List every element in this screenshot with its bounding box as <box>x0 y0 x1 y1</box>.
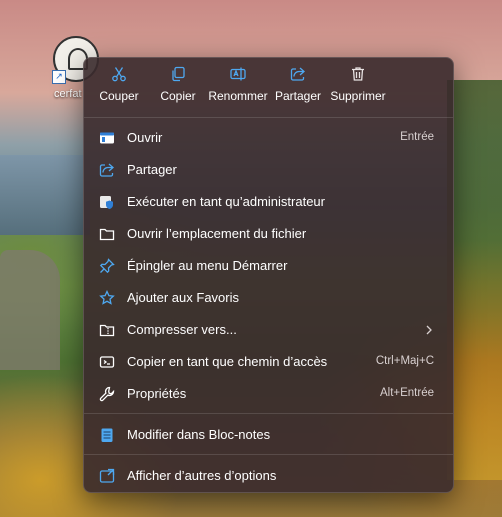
cut-icon <box>112 67 126 82</box>
menu-item-label: Partager <box>127 162 177 177</box>
menu-item-label: Ouvrir <box>127 130 163 145</box>
menu-item-label: Afficher d’autres d’options <box>127 468 277 483</box>
cut-button[interactable]: Couper <box>86 66 152 105</box>
menu-item-edit-in-notepad[interactable]: Modifier dans Bloc-notes <box>88 420 449 450</box>
quick-actions-bar: Couper Copier Renommer Partager Supprime… <box>84 58 453 117</box>
more-options-icon <box>99 468 115 483</box>
menu-item-pin-to-start[interactable]: Épingler au menu Démarrer <box>88 251 449 281</box>
copy-label: Copier <box>160 89 196 103</box>
separator <box>84 454 453 455</box>
separator <box>84 117 453 118</box>
copy-icon <box>172 66 185 82</box>
chevron-right-icon <box>426 325 432 335</box>
menu-item-open-file-location[interactable]: Ouvrir l’emplacement du fichier <box>88 219 449 249</box>
separator <box>84 413 453 414</box>
menu-item-open[interactable]: Ouvrir Entrée <box>88 123 449 153</box>
menu-item-label: Modifier dans Bloc-notes <box>127 427 271 442</box>
shortcut-text: Entrée <box>400 131 434 143</box>
context-menu: Couper Copier Renommer Partager Supprime… <box>83 57 454 493</box>
delete-button[interactable]: Supprimer <box>325 66 391 105</box>
menu-item-share[interactable]: Partager <box>88 155 449 185</box>
menu-item-copy-as-path[interactable]: Copier en tant que chemin d’accès Ctrl+M… <box>88 347 449 377</box>
wallpaper-trees <box>447 80 502 480</box>
share-quick-label: Partager <box>274 89 322 103</box>
menu-item-add-to-favorites[interactable]: Ajouter aux Favoris <box>88 283 449 313</box>
shortcut-arrow-icon: ↗ <box>52 70 66 84</box>
compress-folder-icon <box>99 324 115 337</box>
menu-item-label: Ouvrir l’emplacement du fichier <box>127 226 307 241</box>
delete-icon <box>352 67 364 81</box>
copy-button[interactable]: Copier <box>145 66 211 105</box>
pin-icon <box>99 258 115 274</box>
menu-item-run-as-admin[interactable]: Exécuter en tant qu’administrateur <box>88 187 449 217</box>
menu-item-label: Propriétés <box>127 386 187 401</box>
share-icon <box>99 163 114 177</box>
menu-item-label: Épingler au menu Démarrer <box>127 258 288 273</box>
share-quick-button[interactable]: Partager <box>265 66 331 105</box>
star-icon <box>99 290 115 305</box>
menu-item-label: Compresser vers... <box>127 322 237 337</box>
open-icon <box>100 132 114 144</box>
wallpaper-castle-ruin <box>0 250 60 370</box>
notepad-icon <box>101 428 113 442</box>
wallpaper-lake <box>0 155 90 235</box>
menu-item-label: Exécuter en tant qu’administrateur <box>127 194 325 209</box>
folder-icon <box>99 228 115 241</box>
menu-item-compress-to[interactable]: Compresser vers... <box>88 315 449 345</box>
wrench-icon <box>99 386 115 402</box>
menu-item-label: Copier en tant que chemin d’accès <box>127 354 328 369</box>
rename-button[interactable]: Renommer <box>205 66 271 105</box>
cut-label: Couper <box>99 89 139 103</box>
share-icon <box>290 67 305 81</box>
rename-icon <box>230 67 246 81</box>
copy-path-icon <box>99 356 115 368</box>
admin-shield-icon <box>100 196 113 209</box>
menu-item-label: Ajouter aux Favoris <box>127 290 239 305</box>
shortcut-text: Alt+Entrée <box>379 387 434 399</box>
shortcut-text: Ctrl+Maj+C <box>375 355 434 367</box>
delete-label: Supprimer <box>330 89 386 103</box>
rename-label: Renommer <box>208 89 268 103</box>
menu-item-show-more-options[interactable]: Afficher d’autres d’options <box>88 461 449 491</box>
menu-item-properties[interactable]: Propriétés Alt+Entrée <box>88 379 449 409</box>
